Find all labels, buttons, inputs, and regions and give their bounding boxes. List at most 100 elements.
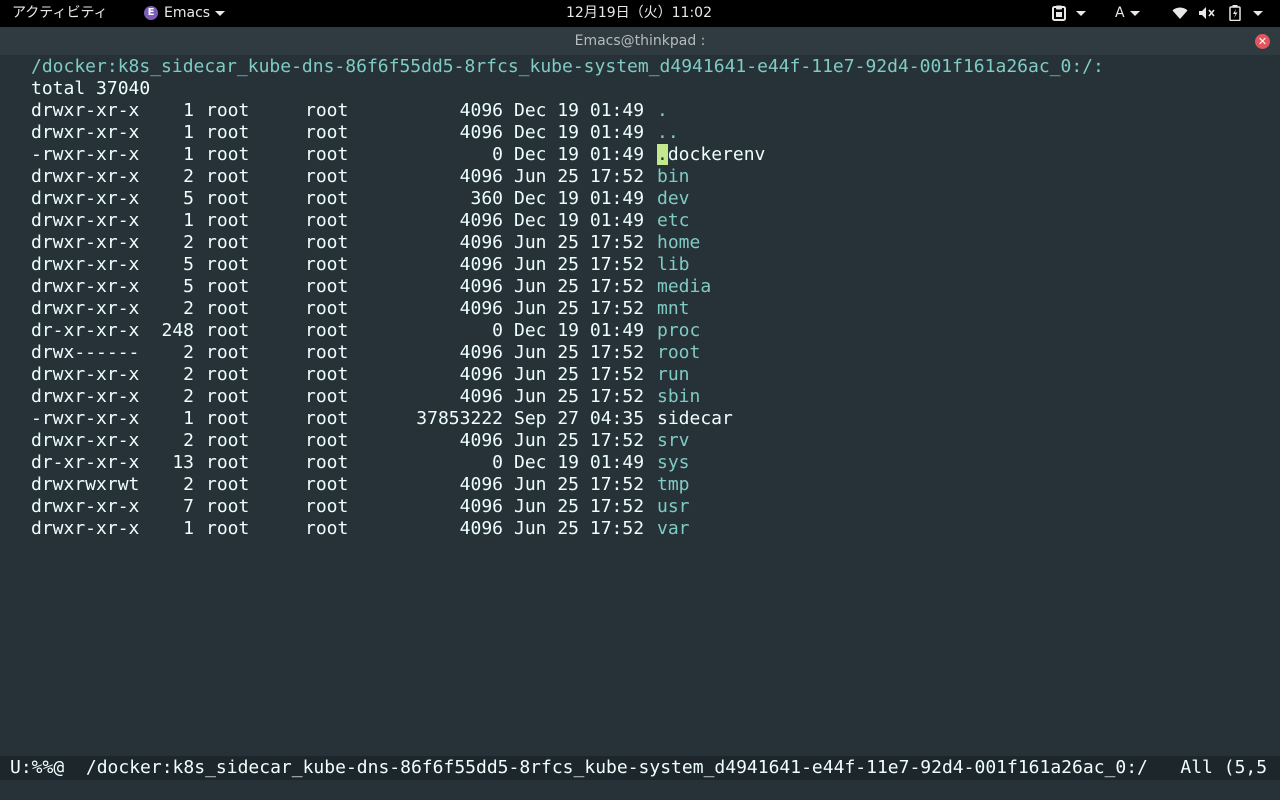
dired-row[interactable]: drwxr-xr-x 7 root root 4096 Jun 25 17:52 usr xyxy=(0,496,1280,518)
file-size: 4096 xyxy=(459,166,503,187)
dired-row[interactable]: drwxr-xr-x 2 root root 4096 Jun 25 17:52 srv xyxy=(0,430,1280,452)
modified-date: Sep 27 04:35 xyxy=(514,408,645,429)
dired-row[interactable]: drwxr-xr-x 1 root root 4096 Dec 19 01:49 etc xyxy=(0,210,1280,232)
minibuffer[interactable] xyxy=(0,780,1280,800)
dired-row[interactable]: drwxrwxrwt 2 root root 4096 Jun 25 17:52 tmp xyxy=(0,474,1280,496)
link-count: 5 xyxy=(183,188,194,209)
system-menu[interactable] xyxy=(1172,0,1264,27)
modified-date: Jun 25 17:52 xyxy=(514,232,645,253)
group: root xyxy=(305,364,349,385)
file-name[interactable]: tmp xyxy=(657,474,690,496)
dired-row[interactable]: drwxr-xr-x 2 root root 4096 Jun 25 17:52 mnt xyxy=(0,298,1280,320)
file-name[interactable]: usr xyxy=(657,496,690,518)
dired-row[interactable]: -rwxr-xr-x 1 root root 0 Dec 19 01:49 .dockere… xyxy=(0,144,1280,166)
dired-row[interactable]: dr-xr-xr-x 248 root root 0 Dec 19 01:49 proc xyxy=(0,320,1280,342)
file-name[interactable]: proc xyxy=(657,320,700,342)
input-method-label: A xyxy=(1115,5,1125,21)
file-name[interactable]: run xyxy=(657,364,690,386)
dired-row[interactable]: drwxr-xr-x 5 root root 4096 Jun 25 17:52 media xyxy=(0,276,1280,298)
link-count: 1 xyxy=(183,144,194,165)
file-name[interactable]: .dockerenv xyxy=(657,144,765,166)
owner: root xyxy=(206,386,250,407)
window-titlebar[interactable]: Emacs@thinkpad : ✕ xyxy=(0,27,1280,55)
activities-button[interactable]: アクティビティ xyxy=(12,0,108,27)
mode-line-text: U:%%@ /docker:k8s_sidecar_kube-dns-86f6f… xyxy=(10,757,1268,778)
dired-row[interactable]: drwxr-xr-x 2 root root 4096 Jun 25 17:52 bin xyxy=(0,166,1280,188)
permissions: drwxrwxrwt xyxy=(31,474,140,495)
dired-row[interactable]: drwxr-xr-x 2 root root 4096 Jun 25 17:52 sbin xyxy=(0,386,1280,408)
group: root xyxy=(305,430,349,451)
dired-row[interactable]: drwxr-xr-x 5 root root 360 Dec 19 01:49 dev xyxy=(0,188,1280,210)
mode-line: U:%%@ /docker:k8s_sidecar_kube-dns-86f6f… xyxy=(0,756,1280,780)
permissions: -rwxr-xr-x xyxy=(31,408,140,429)
modified-date: Dec 19 01:49 xyxy=(514,144,645,165)
file-name[interactable]: home xyxy=(657,232,700,254)
clock[interactable]: 12月19日（火）11:02 xyxy=(566,0,712,27)
file-name[interactable]: srv xyxy=(657,430,690,452)
group: root xyxy=(305,232,349,253)
group: root xyxy=(305,496,349,517)
file-name[interactable]: sidecar xyxy=(657,408,733,430)
dired-row[interactable]: drwxr-xr-x 1 root root 4096 Dec 19 01:49.. xyxy=(0,122,1280,144)
owner: root xyxy=(206,276,250,297)
owner: root xyxy=(206,496,250,517)
file-name[interactable]: lib xyxy=(657,254,690,276)
dired-row[interactable]: drwxr-xr-x 1 root root 4096 Dec 19 01:49. xyxy=(0,100,1280,122)
file-name[interactable]: sbin xyxy=(657,386,700,408)
modified-date: Jun 25 17:52 xyxy=(514,430,645,451)
file-name[interactable]: bin xyxy=(657,166,690,188)
file-name[interactable]: dev xyxy=(657,188,690,210)
file-name[interactable]: var xyxy=(657,518,690,540)
file-size: 0 xyxy=(492,320,503,341)
file-name[interactable]: media xyxy=(657,276,711,298)
modified-date: Jun 25 17:52 xyxy=(514,298,645,319)
dired-row[interactable]: drwxr-xr-x 5 root root 4096 Jun 25 17:52 lib xyxy=(0,254,1280,276)
file-name[interactable]: sys xyxy=(657,452,690,474)
dired-buffer[interactable]: /docker:k8s_sidecar_kube-dns-86f6f55dd5-… xyxy=(0,55,1280,756)
file-size: 4096 xyxy=(459,276,503,297)
owner: root xyxy=(206,298,250,319)
input-method-menu[interactable]: A xyxy=(1115,0,1140,27)
modified-date: Jun 25 17:52 xyxy=(514,276,645,297)
file-size: 4096 xyxy=(459,518,503,539)
link-count: 2 xyxy=(183,298,194,319)
file-size: 37853222 xyxy=(416,408,503,429)
modified-date: Dec 19 01:49 xyxy=(514,452,645,473)
link-count: 1 xyxy=(183,100,194,121)
dired-row[interactable]: drwxr-xr-x 2 root root 4096 Jun 25 17:52 home xyxy=(0,232,1280,254)
close-button[interactable]: ✕ xyxy=(1255,34,1270,49)
file-name[interactable]: . xyxy=(657,100,668,122)
file-name[interactable]: .. xyxy=(657,122,679,144)
link-count: 1 xyxy=(183,210,194,231)
permissions: drwxr-xr-x xyxy=(31,254,140,275)
volume-muted-icon xyxy=(1199,7,1216,19)
owner: root xyxy=(206,188,250,209)
file-name[interactable]: root xyxy=(657,342,700,364)
app-menu[interactable]: E Emacs xyxy=(144,0,226,27)
modified-date: Jun 25 17:52 xyxy=(514,166,645,187)
file-name[interactable]: etc xyxy=(657,210,690,232)
link-count: 5 xyxy=(183,254,194,275)
clipboard-menu[interactable] xyxy=(1052,0,1086,27)
file-size: 360 xyxy=(470,188,503,209)
link-count: 7 xyxy=(183,496,194,517)
owner: root xyxy=(206,452,250,473)
dired-row[interactable]: dr-xr-xr-x 13 root root 0 Dec 19 01:49 sys xyxy=(0,452,1280,474)
group: root xyxy=(305,408,349,429)
file-name[interactable]: mnt xyxy=(657,298,690,320)
modified-date: Jun 25 17:52 xyxy=(514,342,645,363)
link-count: 2 xyxy=(183,232,194,253)
dired-row[interactable]: drwxr-xr-x 2 root root 4096 Jun 25 17:52 run xyxy=(0,364,1280,386)
group: root xyxy=(305,188,349,209)
permissions: drwxr-xr-x xyxy=(31,386,140,407)
link-count: 2 xyxy=(183,166,194,187)
link-count: 2 xyxy=(183,342,194,363)
modified-date: Dec 19 01:49 xyxy=(514,320,645,341)
group: root xyxy=(305,100,349,121)
chevron-down-icon xyxy=(215,10,226,16)
group: root xyxy=(305,342,349,363)
dired-row[interactable]: drwx------ 2 root root 4096 Jun 25 17:52 root xyxy=(0,342,1280,364)
link-count: 1 xyxy=(183,408,194,429)
dired-row[interactable]: -rwxr-xr-x 1 root root 37853222 Sep 27 04:35 s… xyxy=(0,408,1280,430)
dired-row[interactable]: drwxr-xr-x 1 root root 4096 Jun 25 17:52 var xyxy=(0,518,1280,540)
